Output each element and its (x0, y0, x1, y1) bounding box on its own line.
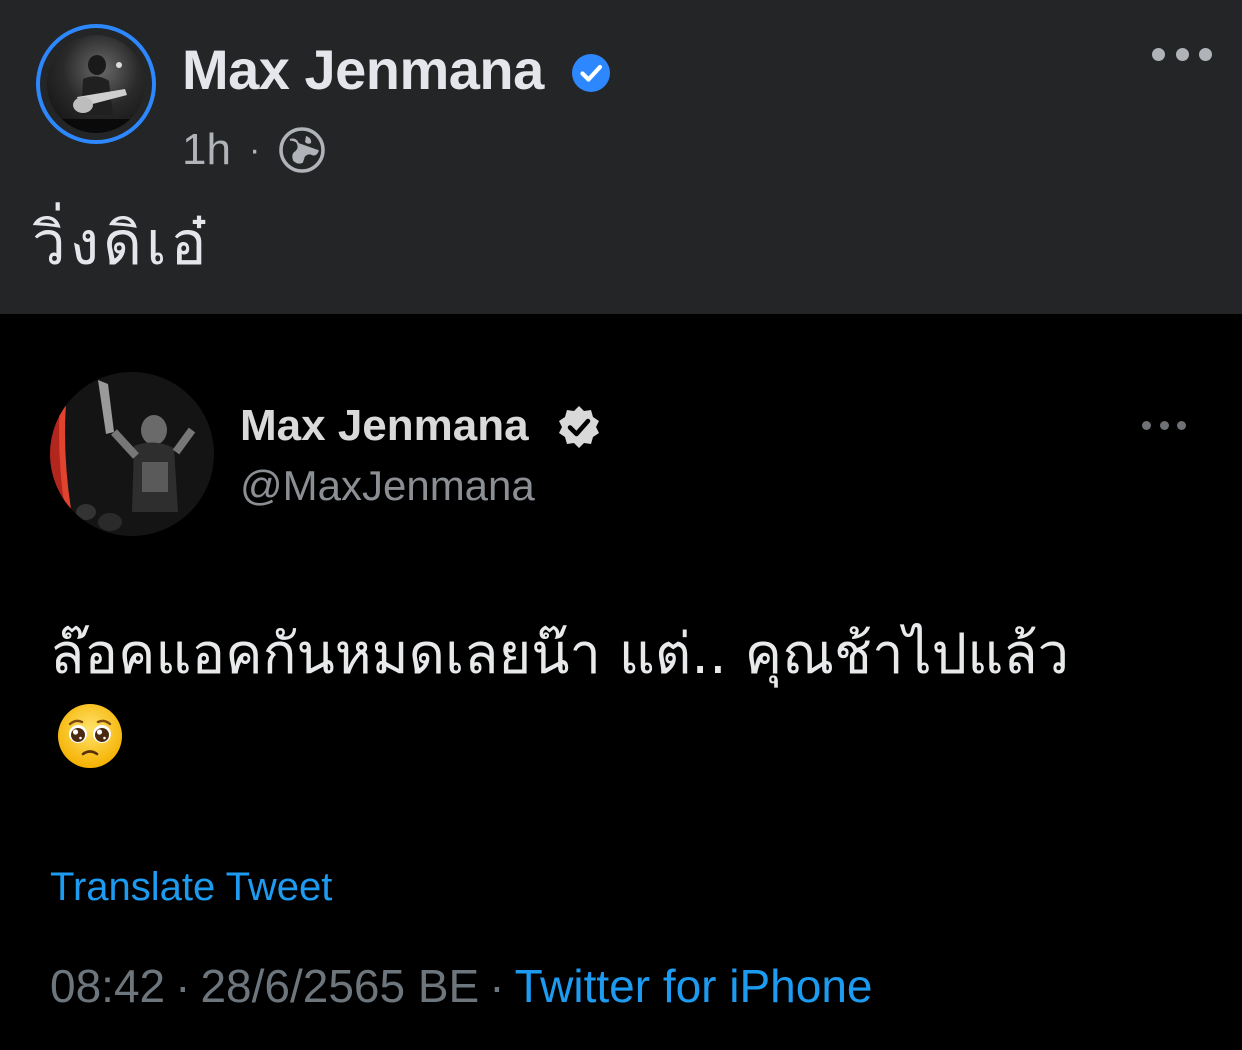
post-caption: วิ่งดิเอ๋ (32, 209, 211, 279)
author-avatar[interactable] (36, 24, 156, 144)
facebook-post: Max Jenmana 1h · วิ่งดิเอ๋ (0, 0, 1242, 314)
tweet-meta: 08:42 · 28/6/2565 BE · Twitter for iPhone (50, 956, 873, 1016)
tweet-date: 28/6/2565 BE (200, 960, 480, 1012)
tweet-more-options-icon (1142, 418, 1186, 432)
post-time[interactable]: 1h (182, 122, 231, 178)
tweet-source: Twitter for iPhone (514, 960, 873, 1012)
post-meta: 1h · (182, 122, 326, 178)
tweet-text: ล๊อคแอคกันหมดเลยน๊า แต่.. คุณช้าไปแล้ว (50, 622, 1070, 687)
verified-badge-icon (572, 54, 610, 92)
tweet-time: 08:42 (50, 960, 166, 1012)
globe-icon[interactable] (278, 126, 326, 174)
meta-separator: · (248, 131, 261, 169)
meta-separator: · (175, 960, 191, 1012)
avatar-photo (47, 35, 145, 133)
more-options-icon[interactable] (1152, 40, 1212, 68)
author-name[interactable]: Max Jenmana (182, 38, 544, 102)
translate-tweet-link: Translate Tweet (50, 865, 333, 909)
tweet-author-handle: @MaxJenmana (240, 462, 535, 509)
pleading-face-icon (58, 704, 122, 768)
tweet-screenshot: Max Jenmana @MaxJenmana ล๊อคแอคกันหมดเลย… (0, 314, 1242, 1050)
tweet-author-avatar (50, 372, 214, 536)
verified-badge-icon (559, 406, 599, 448)
tweet-author-name: Max Jenmana (240, 401, 529, 450)
meta-separator: · (489, 960, 505, 1012)
